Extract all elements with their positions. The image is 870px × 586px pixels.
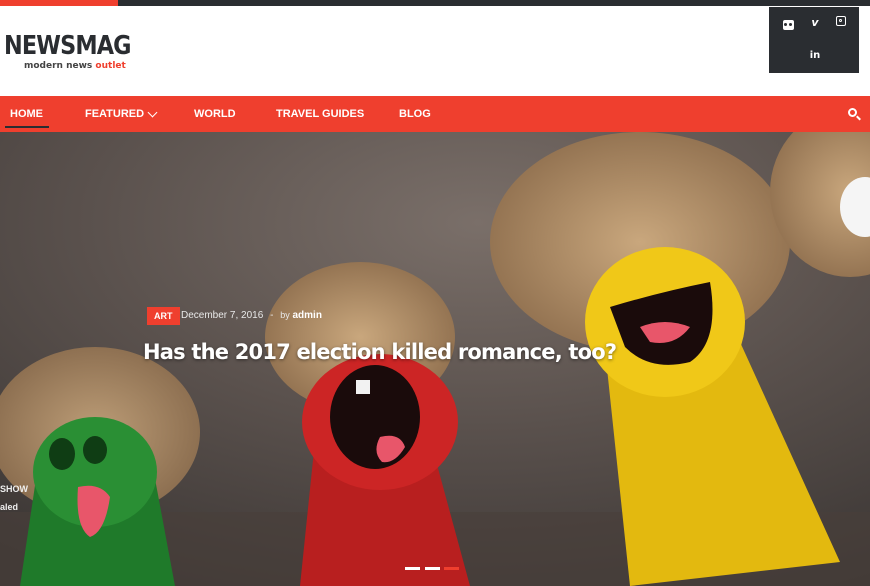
post-author[interactable]: admin	[292, 310, 321, 321]
nav-active-indicator	[5, 126, 49, 128]
side-text-show: SHOW	[0, 484, 28, 494]
search-icon[interactable]	[848, 108, 857, 117]
linkedin-icon[interactable]: in	[808, 49, 822, 63]
tagline-main: modern news	[24, 61, 93, 71]
instagram-icon[interactable]	[834, 16, 848, 30]
logo-tagline: modern news outlet	[24, 61, 151, 71]
social-links: v in	[769, 7, 859, 73]
chevron-down-icon[interactable]	[147, 107, 158, 118]
tagline-accent: outlet	[95, 61, 126, 71]
slider-dot-2[interactable]	[425, 567, 440, 570]
nav-item-world[interactable]: WORLD	[194, 96, 236, 132]
meta-separator: -	[270, 310, 274, 321]
hero-headline[interactable]: Has the 2017 election killed romance, to…	[143, 340, 617, 364]
flickr-icon[interactable]	[781, 16, 795, 30]
slider-dot-3-active[interactable]	[444, 567, 459, 570]
nav-item-featured[interactable]: FEATURED	[85, 96, 144, 132]
site-header: NEWSMAG modern news outlet	[0, 6, 870, 96]
nav-item-travel-guides[interactable]: TRAVEL GUIDES	[276, 96, 364, 132]
post-meta: December 7, 2016 - by admin	[181, 308, 322, 323]
logo-title: NEWSMAG	[4, 31, 132, 61]
nav-item-blog[interactable]: BLOG	[399, 96, 431, 132]
by-label: by	[280, 310, 290, 320]
site-logo[interactable]: NEWSMAG modern news outlet	[4, 31, 151, 71]
post-date: December 7, 2016	[181, 310, 264, 321]
main-nav: HOME FEATURED WORLD TRAVEL GUIDES BLOG	[0, 96, 870, 132]
category-badge[interactable]: ART	[147, 307, 180, 325]
vimeo-icon[interactable]: v	[808, 16, 822, 30]
side-text-aled: aled	[0, 502, 19, 512]
slider-dot-1[interactable]	[405, 567, 420, 570]
